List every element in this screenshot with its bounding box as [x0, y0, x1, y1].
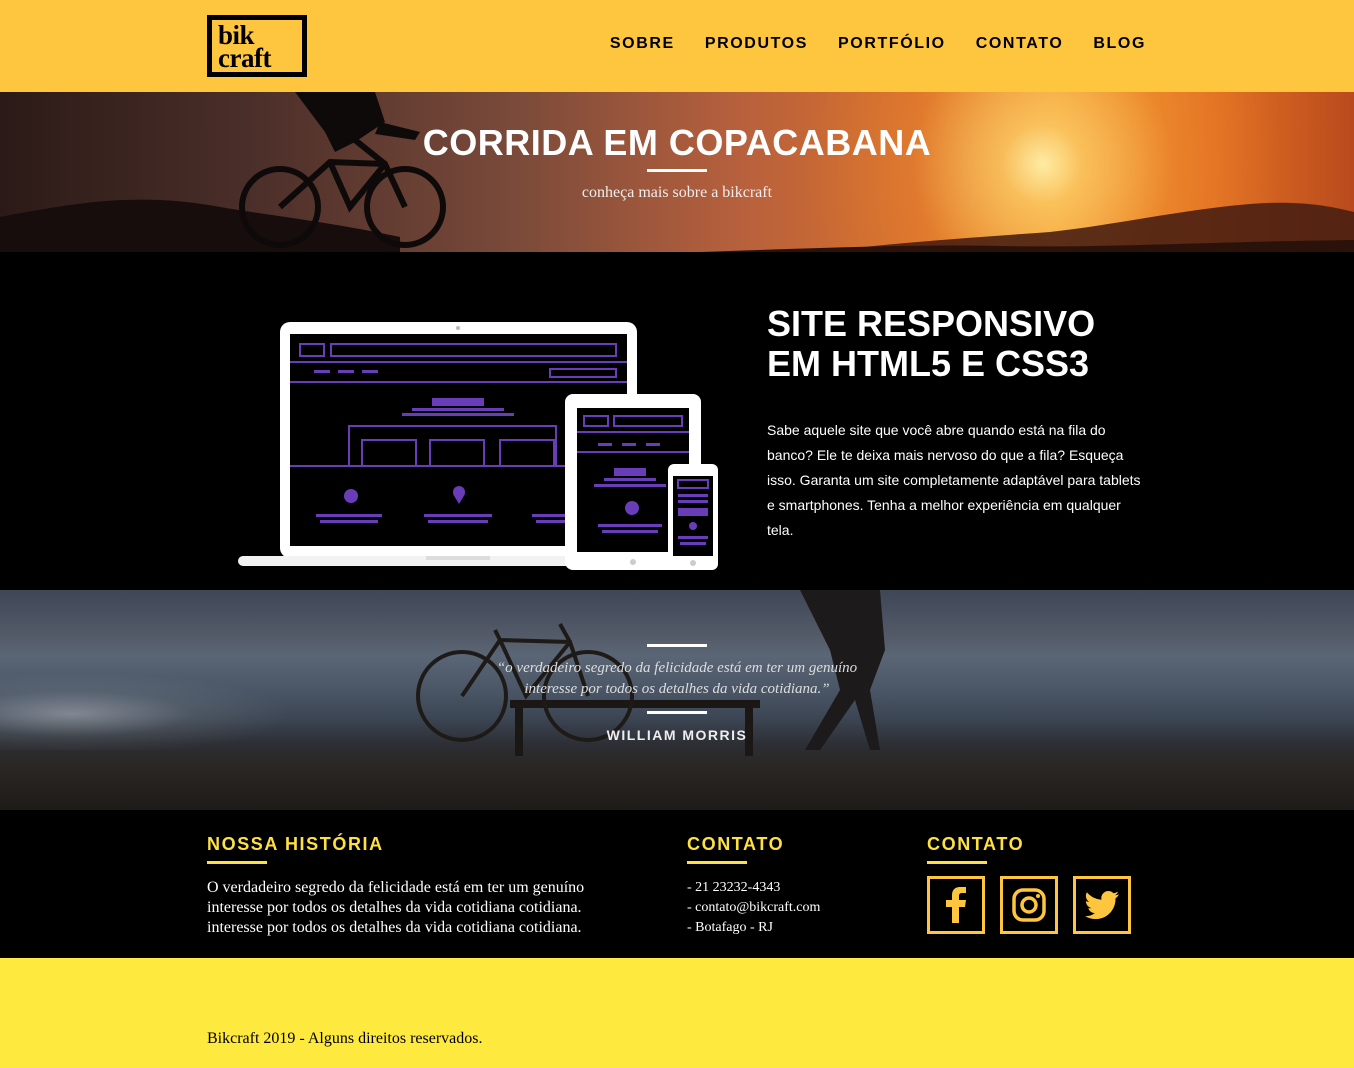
instagram-icon — [1012, 888, 1046, 922]
quote-divider-bottom — [647, 711, 707, 714]
twitter-icon — [1085, 891, 1119, 919]
quote-text: “o verdadeiro segredo da felicidade está… — [496, 660, 858, 697]
copyright-footer: Bikcraft 2019 - Alguns direitos reservad… — [0, 958, 1354, 1068]
nav-contato[interactable]: CONTATO — [976, 35, 1064, 53]
bikcraft-logo[interactable]: bik craft — [207, 15, 307, 77]
nav-sobre[interactable]: SOBRE — [610, 35, 675, 53]
social-heading: CONTATO — [927, 834, 1025, 854]
nav-blog[interactable]: BLOG — [1093, 35, 1146, 53]
copyright-text: Bikcraft 2019 - Alguns direitos reservad… — [207, 1030, 483, 1047]
contact-phone: - 21 23232-4343 — [687, 880, 781, 895]
facebook-icon — [946, 887, 966, 923]
nav-produtos[interactable]: PRODUTOS — [705, 35, 808, 53]
history-heading: NOSSA HISTÓRIA — [207, 834, 384, 854]
footer-info: NOSSA HISTÓRIA O verdadeiro segredo da f… — [0, 810, 1354, 958]
history-text: O verdadeiro segredo da felicidade está … — [207, 879, 585, 936]
contact-email: - contato@bikcraft.com — [687, 900, 821, 915]
hero-subtitle: conheça mais sobre a bikcraft — [581, 184, 773, 201]
site-header: bik craft SOBRE PRODUTOS PORTFÓLIO CONTA… — [0, 0, 1354, 92]
hero-title: CORRIDA EM COPACABANA — [422, 122, 932, 163]
contact-underline — [687, 861, 747, 864]
quote-author: WILLIAM MORRIS — [606, 727, 748, 743]
phone-illustration — [668, 464, 718, 570]
responsive-title-line-1: SITE RESPONSIVO — [767, 303, 1096, 344]
responsive-title: SITE RESPONSIVO EM HTML5 E CSS3 — [767, 304, 1095, 384]
quote-section: “o verdadeiro segredo da felicidade está… — [0, 590, 1354, 810]
hero-divider — [647, 169, 707, 172]
contact-address: - Botafago - RJ — [687, 920, 773, 935]
contact-list: - 21 23232-4343 - contato@bikcraft.com -… — [687, 878, 820, 938]
history-underline — [207, 861, 267, 864]
social-links — [927, 876, 1131, 934]
logo-line-2: craft — [218, 42, 271, 73]
nav-portfolio[interactable]: PORTFÓLIO — [838, 35, 946, 53]
social-underline — [927, 861, 987, 864]
responsive-devices-illustration — [238, 322, 718, 570]
hero-banner: CORRIDA EM COPACABANA conheça mais sobre… — [0, 92, 1354, 252]
instagram-link[interactable] — [1000, 876, 1058, 934]
facebook-link[interactable] — [927, 876, 985, 934]
responsive-section: SITE RESPONSIVO EM HTML5 E CSS3 Sabe aqu… — [0, 252, 1354, 590]
quote-divider-top — [647, 644, 707, 647]
responsive-title-line-2: EM HTML5 E CSS3 — [767, 343, 1090, 384]
twitter-link[interactable] — [1073, 876, 1131, 934]
cyclist-silhouette — [239, 92, 446, 248]
main-nav: SOBRE PRODUTOS PORTFÓLIO CONTATO BLOG — [610, 35, 1146, 53]
contact-heading: CONTATO — [687, 834, 785, 854]
responsive-description: Sabe aquele site que você abre quando es… — [767, 422, 1141, 538]
bicycle-and-bench-silhouette — [416, 590, 885, 756]
